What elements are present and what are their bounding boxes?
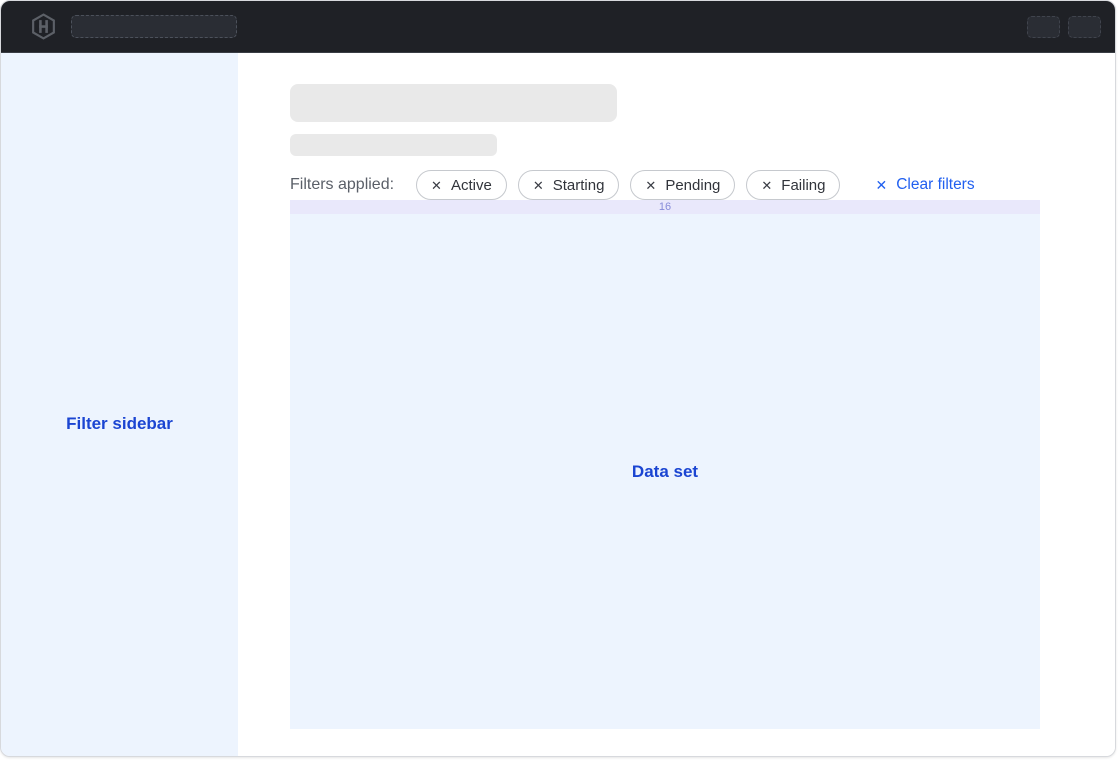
page-subtitle-placeholder <box>290 134 497 156</box>
main-content: Filters applied: ✕ Active ✕ Starting ✕ P… <box>238 53 1115 756</box>
filter-chip-pending[interactable]: ✕ Pending <box>630 170 735 200</box>
top-navbar <box>1 1 1115 53</box>
filter-sidebar: Filter sidebar <box>1 53 238 756</box>
filter-chip-label: Pending <box>665 177 720 194</box>
filter-chip-failing[interactable]: ✕ Failing <box>746 170 840 200</box>
remove-filter-icon[interactable]: ✕ <box>533 179 544 192</box>
filter-chip-label: Failing <box>781 177 825 194</box>
remove-filter-icon[interactable]: ✕ <box>645 179 656 192</box>
data-set-region: Data set <box>290 214 1040 729</box>
remove-filter-icon[interactable]: ✕ <box>431 179 442 192</box>
filter-chip-label: Starting <box>553 177 605 194</box>
filter-chip-label: Active <box>451 177 492 194</box>
nav-actions <box>1027 16 1101 38</box>
data-set-label: Data set <box>632 462 698 482</box>
nav-button-placeholder <box>1027 16 1060 38</box>
remove-filter-icon[interactable]: ✕ <box>761 179 772 192</box>
filter-chip-starting[interactable]: ✕ Starting <box>518 170 620 200</box>
hashicorp-logo-icon <box>30 13 57 40</box>
clear-filters-label: Clear filters <box>896 176 974 194</box>
filter-sidebar-label: Filter sidebar <box>66 414 173 434</box>
page-body: Filter sidebar Filters applied: ✕ Active… <box>1 53 1115 756</box>
clear-filters-icon[interactable]: ✕ <box>875 178 887 192</box>
app-window: Filter sidebar Filters applied: ✕ Active… <box>0 0 1116 757</box>
nav-button-placeholder <box>1068 16 1101 38</box>
applied-filters-row: Filters applied: ✕ Active ✕ Starting ✕ P… <box>290 170 1040 200</box>
result-count-bar: 16 <box>290 200 1040 214</box>
filters-applied-label: Filters applied: <box>290 176 394 194</box>
page-title-placeholder <box>290 84 617 122</box>
filter-chip-active[interactable]: ✕ Active <box>416 170 507 200</box>
clear-filters-button[interactable]: ✕ Clear filters <box>875 176 974 194</box>
nav-search-placeholder <box>71 15 237 38</box>
